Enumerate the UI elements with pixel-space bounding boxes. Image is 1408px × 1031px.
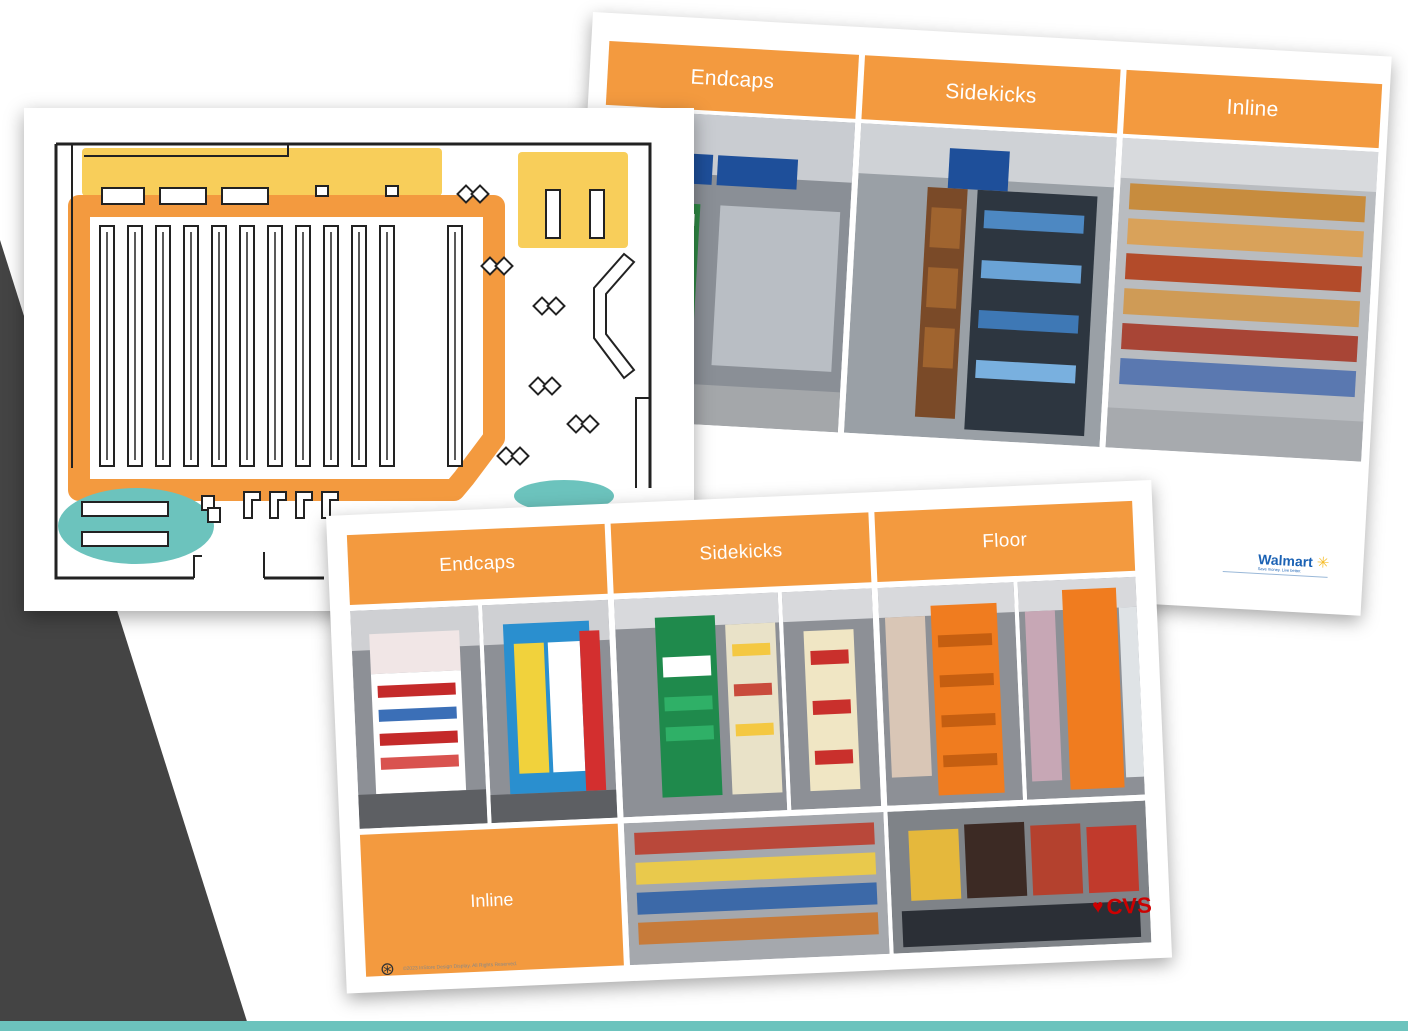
cvs-inline-photo-1 <box>623 811 890 966</box>
walmart-logo: Walmart ✳ Save money. Live better. <box>1257 550 1330 574</box>
cvs-floor-photo-1 <box>877 582 1024 806</box>
teal-bottom-bar <box>0 1021 1408 1031</box>
walmart-footer-line <box>1222 571 1328 578</box>
cvs-endcap-photo-1 <box>350 605 488 829</box>
cvs-header-sidekicks: Sidekicks <box>610 512 872 594</box>
cvs-inline-photo-2 <box>887 800 1152 954</box>
cvs-logo-word: CVS <box>1105 892 1153 920</box>
cvs-floor-photo-2 <box>1017 576 1145 800</box>
heart-icon: ♥ <box>1091 896 1105 918</box>
walmart-inline-photo <box>1105 137 1379 462</box>
cvs-sidekick-photo-1 <box>613 592 788 818</box>
floorplan-yellow-highlight-right <box>518 152 628 248</box>
walmart-logo-tagline: Save money. Live better. <box>1257 565 1302 574</box>
cvs-sidekick-photo-2 <box>781 588 882 810</box>
cvs-footer-copyright: ©2023 InStore Design Display. All Rights… <box>402 960 518 972</box>
cvs-header-floor: Floor <box>874 500 1136 583</box>
floorplan-teal-highlight-left <box>58 488 214 564</box>
walmart-header-sidekicks: Sidekicks <box>861 55 1121 134</box>
cvs-logo: ♥ CVS <box>1092 892 1153 921</box>
spark-icon: ✳ <box>1316 554 1330 572</box>
cvs-slide: Endcaps Sidekicks Floor Inline ♥ CVS ⊛ ©… <box>326 479 1173 994</box>
walmart-header-inline: Inline <box>1123 69 1383 149</box>
walmart-sidekicks-photo <box>843 123 1117 447</box>
cvs-header-endcaps: Endcaps <box>346 523 608 606</box>
asterisk-logo-icon: ⊛ <box>379 958 396 980</box>
cvs-endcap-photo-2 <box>482 599 618 824</box>
